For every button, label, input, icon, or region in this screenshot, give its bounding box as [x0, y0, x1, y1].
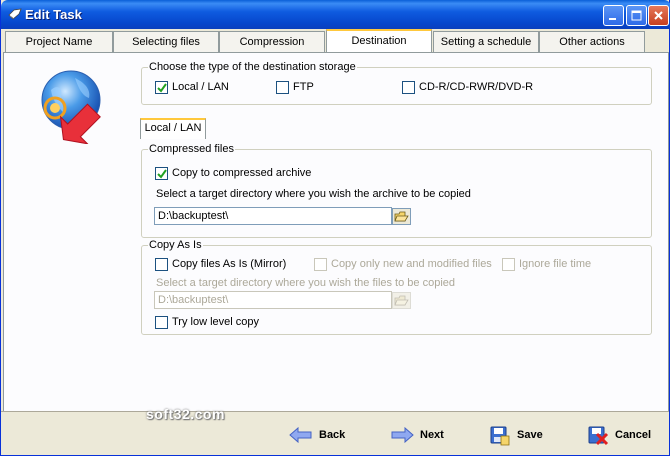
- tab-compression[interactable]: Compression: [219, 31, 325, 53]
- copy-compressed-checkbox[interactable]: [155, 167, 168, 180]
- cd-dvd-checkbox[interactable]: [402, 81, 415, 94]
- copy-compressed-label: Copy to compressed archive: [172, 167, 312, 179]
- subtab-local-lan[interactable]: Local / LAN: [140, 118, 206, 139]
- tab-project-name[interactable]: Project Name: [5, 31, 113, 53]
- tab-label: Setting a schedule: [440, 36, 532, 48]
- minimize-icon: [609, 18, 616, 20]
- files-browse-button[interactable]: [392, 292, 411, 309]
- maximize-button[interactable]: [626, 5, 647, 26]
- back-arrow-icon: [289, 427, 312, 443]
- copy-mirror-checkbox[interactable]: [155, 258, 168, 271]
- tab-label: Project Name: [25, 36, 93, 48]
- ignore-file-time-checkbox[interactable]: [502, 258, 515, 271]
- next-button[interactable]: Next: [390, 421, 444, 449]
- tab-label: Compression: [239, 36, 305, 48]
- archive-path-input[interactable]: D:\backuptest\: [154, 207, 392, 225]
- archive-browse-button[interactable]: [392, 208, 411, 225]
- watermark: soft32.com: [146, 406, 225, 422]
- tab-setting-a-schedule[interactable]: Setting a schedule: [433, 31, 539, 53]
- archive-target-instruction: Select a target directory where you wish…: [156, 188, 471, 200]
- low-level-copy-checkbox[interactable]: [155, 316, 168, 329]
- globe-icon: [41, 70, 101, 144]
- copy-mirror-label: Copy files As Is (Mirror): [172, 258, 287, 270]
- local-lan-checkbox[interactable]: [155, 81, 168, 94]
- back-button[interactable]: Back: [289, 421, 345, 449]
- files-path-input[interactable]: D:\backuptest\: [154, 291, 392, 309]
- edit-task-window: Edit Task Project Name Selecting files C…: [0, 0, 670, 456]
- minimize-button[interactable]: [603, 5, 624, 26]
- cancel-label: Cancel: [615, 429, 652, 441]
- save-button[interactable]: Save: [489, 421, 543, 449]
- tab-label: Selecting files: [132, 36, 200, 48]
- maximize-icon: [631, 10, 642, 21]
- cancel-icon: [588, 426, 609, 446]
- browse-folder-icon: [394, 295, 409, 306]
- window-title: Edit Task: [25, 7, 82, 22]
- save-icon: [490, 426, 510, 446]
- title-bar[interactable]: Edit Task: [1, 0, 670, 29]
- back-label: Back: [319, 429, 346, 441]
- next-arrow-icon: [391, 427, 414, 443]
- tab-label: Destination: [351, 35, 407, 47]
- next-label: Next: [420, 429, 444, 441]
- ftp-checkbox[interactable]: [276, 81, 289, 94]
- subtab-label: Local / LAN: [144, 122, 202, 134]
- group-title: Compressed files: [148, 143, 235, 155]
- checkmark-icon: [157, 83, 167, 93]
- tab-other-actions[interactable]: Other actions: [539, 31, 645, 53]
- cancel-button[interactable]: Cancel: [587, 421, 651, 449]
- files-target-instruction: Select a target directory where you wish…: [156, 277, 455, 289]
- copy-new-modified-label: Copy only new and modified files: [331, 258, 492, 270]
- checkmark-icon: [157, 169, 167, 179]
- group-title: Choose the type of the destination stora…: [148, 61, 357, 73]
- browse-folder-icon: [394, 211, 409, 222]
- copy-new-modified-checkbox[interactable]: [314, 258, 327, 271]
- close-button[interactable]: [648, 5, 669, 26]
- local-lan-label: Local / LAN: [172, 81, 229, 93]
- tab-destination[interactable]: Destination: [326, 29, 432, 53]
- cd-dvd-label: CD-R/CD-RWR/DVD-R: [419, 81, 534, 93]
- ignore-file-time-label: Ignore file time: [519, 258, 592, 270]
- app-icon: [8, 8, 22, 20]
- save-label: Save: [517, 429, 543, 441]
- group-title: Copy As Is: [148, 239, 203, 251]
- tab-selecting-files[interactable]: Selecting files: [113, 31, 219, 53]
- low-level-copy-label: Try low level copy: [172, 316, 260, 328]
- ftp-label: FTP: [293, 81, 314, 93]
- close-icon: [654, 11, 663, 20]
- tab-label: Other actions: [559, 36, 625, 48]
